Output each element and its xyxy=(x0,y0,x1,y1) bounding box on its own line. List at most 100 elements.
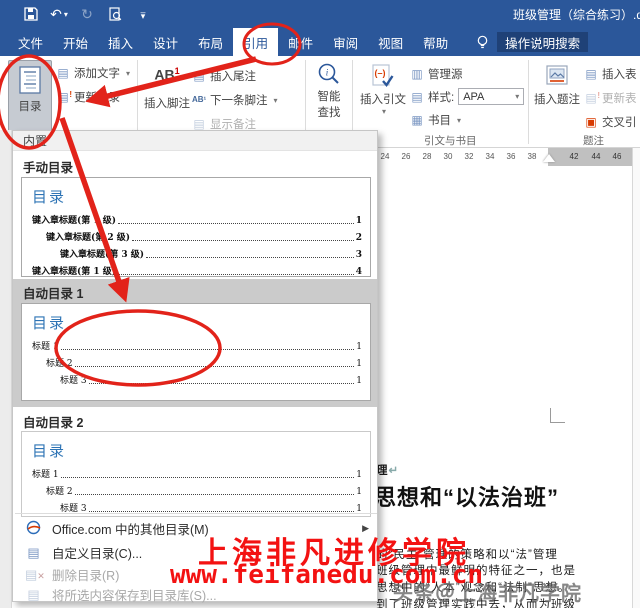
ruler-number: 24 xyxy=(380,152,390,161)
cross-reference-icon: ▣ xyxy=(585,115,597,129)
auto-toc1-preview[interactable]: 目录 标题 11 标题 21 标题 31 xyxy=(21,303,371,401)
update-table-button[interactable]: ▤! 更新表 xyxy=(584,90,637,106)
insert-caption-label: 插入题注 xyxy=(534,94,580,106)
save-icon[interactable] xyxy=(22,5,40,23)
ruler-indent-marker[interactable] xyxy=(543,154,555,162)
ruler-number: 32 xyxy=(464,152,474,161)
cross-reference-label: 交叉引 xyxy=(602,117,637,129)
tab-mailings[interactable]: 邮件 xyxy=(278,28,323,56)
ribbon-tab-bar: 文件 开始 插入 设计 布局 引用 邮件 审阅 视图 帮助 操作说明搜索 xyxy=(0,28,640,56)
toc-button-label: 目录 xyxy=(18,101,42,113)
toc-entry: 键入章标题(第 1 级) 4 xyxy=(32,267,362,277)
tab-help[interactable]: 帮助 xyxy=(413,28,458,56)
insert-caption-button[interactable]: 插入题注 xyxy=(534,64,580,107)
svg-text:i: i xyxy=(326,68,329,78)
insert-table-of-figures-label: 插入表 xyxy=(602,69,637,81)
tab-view[interactable]: 视图 xyxy=(368,28,413,56)
next-footnote-icon: AB¹ xyxy=(192,95,207,104)
red-watermark-line2: www.feifanedu.com.cn xyxy=(170,560,484,590)
bibliography-icon: ▦ xyxy=(411,113,423,127)
update-table-label: 更新表 xyxy=(602,93,637,105)
tab-layout[interactable]: 布局 xyxy=(188,28,233,56)
auto-toc2-label: 自动目录 2 xyxy=(23,416,84,430)
toc-button-icon xyxy=(19,66,41,94)
bibliography-button[interactable]: ▦ 书目 ▾ xyxy=(410,112,461,128)
tab-insert[interactable]: 插入 xyxy=(98,28,143,56)
tab-design[interactable]: 设计 xyxy=(143,28,188,56)
insert-citation-icon: (–) xyxy=(372,64,394,87)
update-toc-label: 更新目录 xyxy=(74,92,120,104)
toc-entry: 键入章标题(第 1 级) 1 xyxy=(32,216,362,226)
smart-lookup-button[interactable]: i 智能 查找 xyxy=(309,62,349,120)
ruler-number: 26 xyxy=(401,152,411,161)
toc-entry: 标题 21 xyxy=(46,359,362,369)
undo-button[interactable]: ↶ ▾ xyxy=(50,5,68,23)
insert-endnote-button[interactable]: ▤ 插入尾注 xyxy=(192,68,256,84)
custom-toc-label: 自定义目录(C)... xyxy=(52,547,143,561)
smart-lookup-label2: 查找 xyxy=(317,107,341,119)
tab-references[interactable]: 引用 xyxy=(233,28,279,56)
preview-toc-heading: 目录 xyxy=(32,189,67,206)
caption-group-label: 题注 xyxy=(583,135,604,147)
scrollbar-area[interactable] xyxy=(632,148,640,608)
style-combobox[interactable]: APA ▾ xyxy=(458,88,525,105)
insert-footnote-label: 插入脚注 xyxy=(144,97,190,110)
save-selection-icon: ▤ xyxy=(27,586,40,602)
manage-sources-icon: ▥ xyxy=(411,67,423,81)
insert-citation-label: 插入引文 xyxy=(360,94,406,106)
ruler-number: 42 xyxy=(569,152,579,161)
margin-corner-mark xyxy=(550,408,565,423)
custom-toc-icon: ▤ xyxy=(27,544,40,560)
bibliography-label: 书目 xyxy=(428,115,451,127)
insert-footnote-button[interactable]: AB1 插入脚注 xyxy=(144,66,190,111)
office-com-icon xyxy=(25,520,42,538)
manual-toc-label: 手动目录 xyxy=(23,161,74,175)
insert-footnote-icon: AB1 xyxy=(154,66,180,83)
remove-toc-label: 删除目录(R) xyxy=(52,569,120,583)
update-toc-icon: ▤! xyxy=(57,90,72,104)
insert-caption-icon xyxy=(546,65,568,85)
redo-button[interactable]: ↻ xyxy=(78,5,96,23)
insert-citation-button[interactable]: (–) 插入引文 ▾ xyxy=(360,64,406,116)
insert-endnote-icon: ▤ xyxy=(193,69,205,83)
word-window: ↶ ▾ ↻ – ▾ 班级管理（综合练习）.d 文件 开始 插入 设计 布局 引用 邮… xyxy=(0,0,640,608)
insert-table-of-figures-icon: ▤ xyxy=(585,67,597,81)
update-toc-button[interactable]: ▤! 更新目录 xyxy=(56,89,120,105)
ruler-number: 44 xyxy=(591,152,601,161)
ruler-number: 28 xyxy=(422,152,432,161)
cross-reference-button[interactable]: ▣ 交叉引 xyxy=(584,114,637,130)
toc-entry: 标题 31 xyxy=(60,376,362,386)
manage-sources-button[interactable]: ▥ 管理源 xyxy=(410,66,463,82)
tab-file[interactable]: 文件 xyxy=(8,28,53,56)
print-preview-icon[interactable] xyxy=(106,5,124,23)
manual-toc-preview[interactable]: 目录 键入章标题(第 1 级) 1 键入章标题(第 2 级) 2 键入章标题(第 3… xyxy=(21,177,371,277)
menu-separator xyxy=(15,513,377,514)
customize-qat-icon[interactable]: – ▾ xyxy=(134,5,152,23)
tab-home[interactable]: 开始 xyxy=(53,28,98,56)
remove-toc-icon: ▤✕ xyxy=(25,566,45,582)
doc-heading: 思想和“以法治班” xyxy=(374,485,560,510)
smart-lookup-icon: i xyxy=(318,63,339,84)
update-table-icon: ▤! xyxy=(585,91,600,105)
lightbulb-icon xyxy=(458,28,497,56)
style-icon: ▤ xyxy=(411,89,423,104)
insert-table-of-figures-button[interactable]: ▤ 插入表 xyxy=(584,66,637,82)
tell-me-search[interactable]: 操作说明搜索 xyxy=(497,32,589,52)
preview-toc-heading: 目录 xyxy=(32,443,67,460)
add-text-icon: ▤ xyxy=(57,66,69,80)
add-text-button[interactable]: ▤ 添加文字 ▾ xyxy=(56,65,130,81)
ruler-number: 36 xyxy=(506,152,516,161)
auto-toc2-preview[interactable]: 目录 标题 11 标题 21 标题 31 xyxy=(21,431,371,517)
next-footnote-label: 下一条脚注 xyxy=(210,95,268,107)
manage-sources-label: 管理源 xyxy=(428,69,463,81)
toc-entry: 键入章标题(第 3 级) 3 xyxy=(60,250,362,260)
menu-builtin-header: 内置 xyxy=(13,131,377,151)
ruler-number: 46 xyxy=(612,152,622,161)
smart-lookup-label1: 智能 xyxy=(317,91,341,103)
toc-button[interactable]: 目录 xyxy=(8,60,52,136)
tab-review[interactable]: 审阅 xyxy=(323,28,368,56)
next-footnote-button[interactable]: AB¹ 下一条脚注 ▾ xyxy=(192,92,278,108)
toc-entry: 键入章标题(第 2 级) 2 xyxy=(46,233,362,243)
style-row: ▤ 样式: APA ▾ xyxy=(410,88,525,105)
show-notes-icon: ▤ xyxy=(193,117,205,131)
